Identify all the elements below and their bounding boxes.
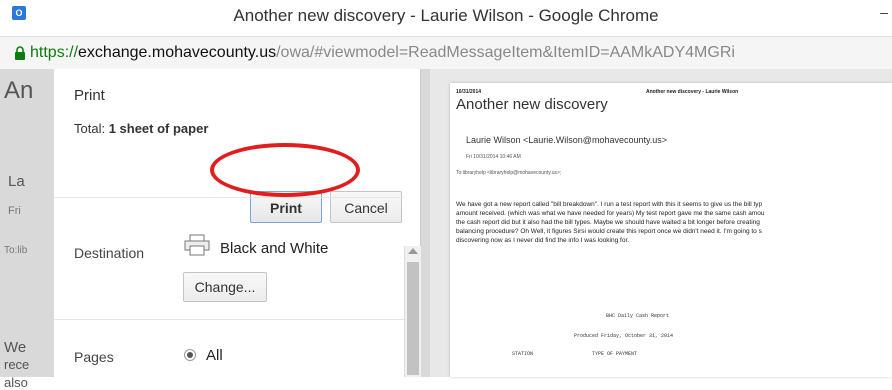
minimize-button[interactable]: ‒ [880, 4, 888, 20]
print-preview-area: 10/31/2014 Another new discovery - Lauri… [430, 69, 892, 377]
preview-column-payment: TYPE OF PAYMENT [592, 351, 638, 357]
pages-all-radio[interactable] [184, 349, 196, 361]
preview-body-line: the cash report did but it also had the … [456, 219, 760, 226]
divider [54, 319, 404, 320]
pages-label: Pages [74, 349, 114, 365]
total-value: 1 sheet of paper [108, 121, 209, 136]
bg-body-line: rece [4, 357, 30, 372]
scrollbar-thumb[interactable] [407, 262, 419, 375]
bg-from: La [8, 173, 25, 190]
preview-report-produced: Produced Friday, October 31, 2014 [574, 333, 674, 339]
url-host: exchange.mohavecounty.us [78, 44, 277, 61]
total-summary: Total: 1 sheet of paper [74, 121, 208, 136]
divider [54, 197, 404, 198]
printer-icon [184, 234, 210, 256]
preview-to: To:libraryhelp <libraryhelp@mohavecounty… [456, 170, 562, 176]
bg-body-line: also [4, 375, 28, 390]
dialog-scrollbar[interactable] [404, 246, 421, 377]
url-path: /owa/#viewmodel=ReadMessageItem&ItemID=A… [276, 44, 735, 61]
preview-body-line: We have got a new report called "bill br… [456, 201, 763, 208]
window-title: Another new discovery - Laurie Wilson - … [233, 6, 659, 25]
red-highlight-circle [210, 143, 360, 197]
scroll-up-arrow-icon[interactable] [408, 248, 418, 254]
url-scheme: https:// [30, 44, 79, 61]
url-text[interactable]: https://exchange.mohavecounty.us/owa/#vi… [30, 44, 735, 62]
title-bar: O Another new discovery - Laurie Wilson … [0, 0, 892, 36]
bg-subject: An [4, 77, 34, 104]
preview-page: 10/31/2014 Another new discovery - Lauri… [450, 83, 892, 377]
total-prefix: Total: [74, 121, 109, 136]
destination-value: Black and White [220, 240, 329, 257]
preview-body-line: discovering now as I never did find the … [456, 237, 630, 244]
preview-date: 10/31/2014 [456, 89, 482, 95]
preview-report-title: BHC Daily Cash Report [606, 313, 670, 319]
bg-date: Fri [8, 205, 21, 217]
cancel-button[interactable]: Cancel [330, 191, 402, 223]
preview-header: Another new discovery - Laurie Wilson [646, 89, 739, 95]
bg-to: To:lib [4, 245, 28, 256]
preview-subject: Another new discovery [456, 96, 608, 113]
preview-from: Laurie Wilson <Laurie.Wilson@mohavecount… [466, 135, 668, 145]
address-bar[interactable]: https://exchange.mohavecounty.us/owa/#vi… [0, 36, 892, 71]
preview-sent-date: Fri 10/31/2014 10:46 AM [466, 154, 521, 160]
bg-body-line: We [4, 339, 27, 356]
pages-all-label: All [206, 347, 223, 364]
dialog-title: Print [74, 87, 105, 104]
lock-icon [15, 46, 25, 60]
destination-label: Destination [74, 245, 145, 261]
change-destination-button[interactable]: Change... [183, 272, 267, 302]
preview-body-line: balancing procedure? Oh Well, it figures… [456, 228, 762, 235]
preview-column-station: STATION [512, 351, 534, 357]
preview-body-line: amount received. (which was what we have… [456, 210, 765, 217]
print-dialog: Print Total: 1 sheet of paper Print Canc… [54, 69, 421, 377]
